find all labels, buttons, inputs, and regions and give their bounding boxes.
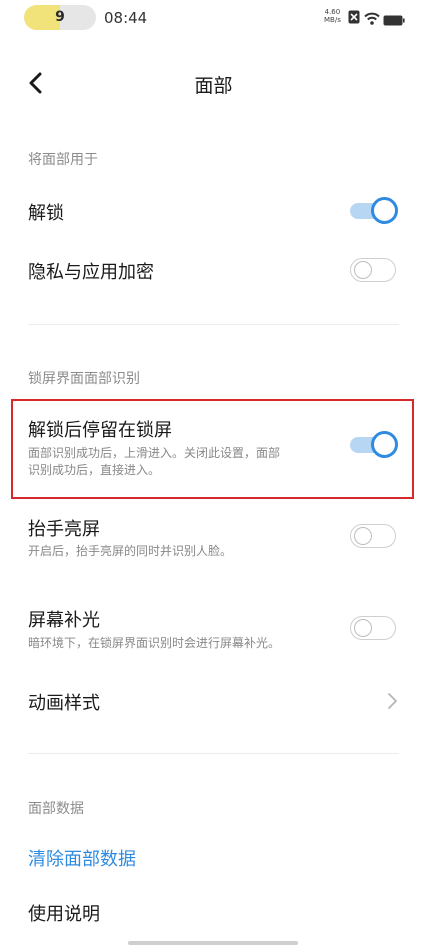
battery-icon — [383, 11, 405, 30]
toggle-knob — [354, 619, 372, 637]
stay-on-lockscreen-toggle[interactable] — [350, 431, 398, 458]
toggle-knob — [371, 197, 398, 224]
raise-to-wake-label[interactable]: 抬手亮屏 — [28, 515, 100, 541]
screen-fill-light-toggle[interactable] — [350, 616, 397, 640]
stay-on-lockscreen-desc-2: 识别成功后，直接进入。 — [28, 463, 161, 477]
privacy-app-encryption-label[interactable]: 隐私与应用加密 — [28, 258, 154, 284]
privacy-app-encryption-toggle[interactable] — [350, 258, 397, 282]
toggle-knob — [354, 261, 372, 279]
animation-style-chevron[interactable] — [386, 692, 398, 714]
section-label-use: 将面部用于 — [28, 152, 98, 168]
clear-face-data-link[interactable]: 清除面部数据 — [28, 845, 136, 871]
chevron-right-icon — [388, 693, 397, 709]
raise-to-wake-desc: 开启后，抬手亮屏的同时并识别人脸。 — [28, 544, 233, 558]
screen-fill-light-label[interactable]: 屏幕补光 — [28, 606, 100, 632]
unlock-toggle[interactable] — [350, 197, 398, 224]
screen-fill-light-desc: 暗环境下，在锁屏界面识别时会进行屏幕补光。 — [28, 636, 281, 650]
home-indicator[interactable] — [128, 941, 298, 945]
raise-to-wake-toggle[interactable] — [350, 524, 397, 548]
section-label-lock: 锁屏界面面部识别 — [28, 371, 140, 387]
battery-badge: 9 — [55, 9, 65, 25]
animation-style-label[interactable]: 动画样式 — [28, 689, 100, 715]
divider — [28, 324, 399, 325]
unlock-label[interactable]: 解锁 — [28, 199, 64, 225]
help-link[interactable]: 使用说明 — [28, 900, 100, 926]
stay-on-lockscreen-label[interactable]: 解锁后停留在锁屏 — [28, 416, 172, 442]
notification-icon — [348, 9, 360, 28]
toggle-knob — [354, 527, 372, 545]
wifi-icon — [364, 10, 380, 29]
status-time: 08:44 — [104, 9, 148, 27]
divider — [28, 753, 399, 754]
page-title: 面部 — [194, 75, 233, 97]
battery-pill: 9 — [24, 5, 96, 30]
section-label-data: 面部数据 — [28, 801, 84, 817]
net-speed-value: 4.60 — [324, 8, 341, 16]
stay-on-lockscreen-desc-1: 面部识别成功后，上滑进入。关闭此设置，面部 — [28, 446, 281, 460]
net-speed-unit: MB/s — [324, 16, 341, 24]
net-speed: 4.60 MB/s — [324, 8, 341, 24]
toggle-knob — [371, 431, 398, 458]
